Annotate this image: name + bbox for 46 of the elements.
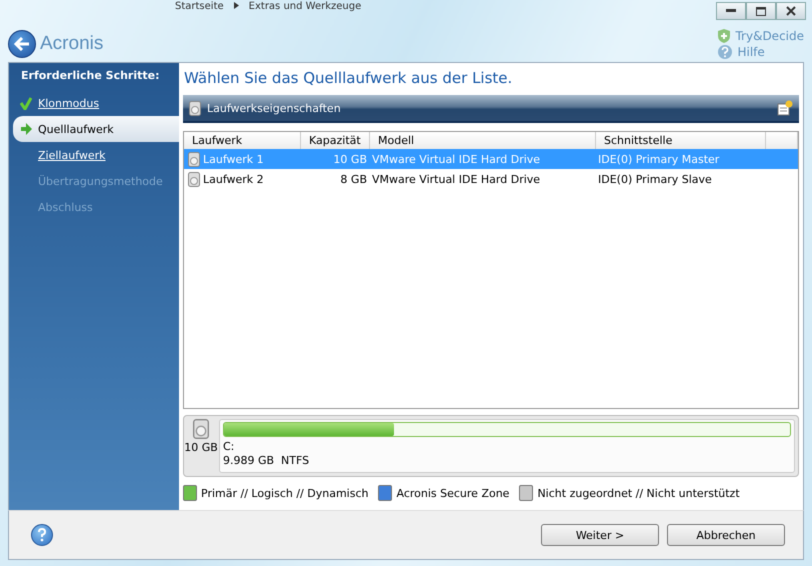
cancel-button[interactable]: Abbrechen [667, 524, 785, 546]
logo: Acronis [40, 33, 104, 55]
legend-label: Nicht zugeordnet // Nicht unterstützt [537, 486, 740, 500]
table-cell-text: VMware Virtual IDE Hard Drive [371, 152, 542, 166]
toolbar-title: Laufwerkseigenschaften [207, 102, 342, 114]
drive-icon [193, 419, 209, 439]
step-item[interactable]: Quelllaufwerk [13, 116, 180, 142]
legend-label: Acronis Secure Zone [396, 486, 510, 500]
close-button[interactable] [776, 2, 806, 20]
shield-icon [717, 28, 732, 44]
question-mark-icon [37, 528, 47, 542]
partition-letter: C: [223, 440, 236, 453]
next-button[interactable]: Weiter > [541, 524, 659, 546]
drive-icon [188, 152, 200, 166]
table-row[interactable]: Laufwerk 2 8 GB VMware Virtual IDE Hard Drive IDE(0) Primary Slave [184, 169, 798, 189]
table-cell: Laufwerk 2 [203, 172, 264, 186]
maximize-button[interactable] [746, 2, 776, 20]
help-button[interactable] [31, 524, 53, 546]
legend-label: Primär // Logisch // Dynamisch [201, 486, 368, 500]
check-icon [20, 96, 32, 110]
disk-size: 10 GB [184, 441, 218, 454]
partition-info: 9.989 GB NTFS [223, 454, 310, 467]
maximize-icon [756, 6, 766, 16]
breadcrumb-separator-icon [234, 0, 239, 12]
breadcrumb-link[interactable]: Extras und Werkzeuge [248, 0, 362, 12]
table-cell-text: 8 GB [339, 172, 368, 186]
table-cell-text: 10 GB [332, 152, 368, 166]
table-cell-text: VMware Virtual IDE Hard Drive [371, 172, 542, 186]
arrow-icon [20, 123, 32, 135]
sidebar-title: Erforderliche Schritte: [20, 69, 160, 84]
step-item[interactable]: Ziellaufwerk [13, 142, 179, 168]
breadcrumb-link[interactable]: Startseite [175, 0, 224, 12]
back-button[interactable] [8, 30, 36, 58]
page-heading: Wählen Sie das Quelllaufwerk aus der Liste. [184, 69, 514, 87]
table-cell-text: IDE(0) Primary Master [597, 152, 720, 166]
back-arrow-icon [14, 37, 30, 51]
minimize-icon [726, 9, 736, 13]
close-icon [786, 6, 796, 16]
minimize-button[interactable] [716, 2, 746, 20]
drive-icon [188, 172, 200, 186]
help-icon [717, 44, 734, 60]
table-cell-text: IDE(0) Primary Slave [597, 172, 713, 186]
drive-properties-icon [189, 100, 201, 116]
properties-icon[interactable] [777, 100, 793, 116]
step-item[interactable]: Klonmodus [13, 90, 179, 116]
table-cell: Laufwerk 1 [203, 152, 264, 166]
